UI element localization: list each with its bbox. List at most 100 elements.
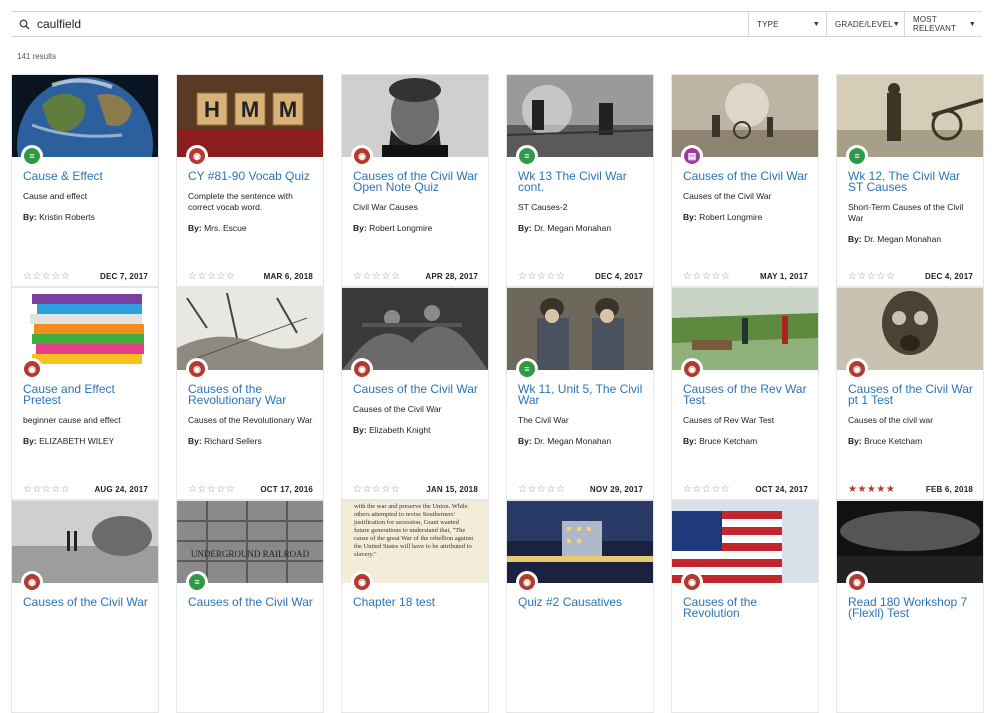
resource-card[interactable]: UNDERGROUND RAILROAD ≡ Causes of the Civil… [176, 500, 324, 713]
author-name: Kristin Roberts [39, 212, 95, 222]
card-title-link[interactable]: Causes of the Revolutionary War [188, 383, 315, 406]
author-prefix: By: [23, 436, 37, 446]
chevron-down-icon: ▼ [892, 20, 900, 28]
resource-card[interactable]: ◉ Causes of the Civil War Causes of the Ci… [341, 287, 489, 500]
lesson-icon: ≡ [516, 358, 538, 380]
star-rating[interactable]: ☆☆☆☆☆ [683, 484, 730, 495]
card-description: Civil War Causes [353, 202, 418, 212]
card-title-link[interactable]: CY #81-90 Vocab Quiz [188, 170, 315, 182]
card-title-link[interactable]: Cause & Effect [23, 170, 150, 182]
card-date: JAN 15, 2018 [426, 485, 478, 494]
resource-card[interactable]: ◉ Causes of the Revolution [671, 500, 819, 713]
star-rating[interactable]: ☆☆☆☆☆ [518, 271, 565, 282]
star-rating[interactable]: ☆☆☆☆☆ [188, 484, 235, 495]
card-title-link[interactable]: Causes of the Rev War Test [683, 383, 810, 406]
search-bar: TYPE ▼ GRADE/LEVEL ▼ MOST RELEVANT ▼ [11, 11, 982, 37]
quiz-icon: ◉ [846, 358, 868, 380]
card-author: By: Dr. Megan Monahan [518, 223, 645, 233]
resource-card[interactable]: ≡ Cause & Effect Cause and effect By: Krist… [11, 74, 159, 287]
lesson-icon: ≡ [846, 145, 868, 167]
tile-letter: M [241, 97, 259, 122]
quiz-icon: ◉ [351, 358, 373, 380]
quiz-icon: ◉ [21, 358, 43, 380]
results-count: 141 results [17, 52, 57, 61]
resource-card[interactable]: ▤ Causes of the Civil War Causes of the Ci… [671, 74, 819, 287]
resource-card[interactable]: ≡ Wk 12, The Civil War ST Causes Short-Ter… [836, 74, 984, 287]
card-description: Causes of Rev War Test [683, 415, 775, 425]
card-description: Complete the sentence with correct vocab… [188, 191, 293, 212]
card-title-link[interactable]: Causes of the Civil War [23, 596, 150, 608]
card-date: DEC 4, 2017 [594, 272, 643, 281]
grade-filter-label: GRADE/LEVEL [835, 19, 893, 29]
card-title-link[interactable]: Causes of the Civil War [188, 596, 315, 608]
star-rating[interactable]: ☆☆☆☆☆ [848, 271, 895, 282]
sort-dropdown[interactable]: MOST RELEVANT ▼ [904, 12, 982, 36]
resource-card[interactable]: ≡ Wk 13 The Civil War cont. ST Causes-2 By:… [506, 74, 654, 287]
card-title-link[interactable]: Quiz #2 Causatives [518, 596, 645, 608]
card-title-link[interactable]: Causes of the Civil War [683, 170, 810, 182]
author-prefix: By: [683, 212, 697, 222]
resource-card[interactable]: ◉ Causes of the Civil War [11, 500, 159, 713]
author-prefix: By: [518, 436, 532, 446]
author-name: Dr. Megan Monahan [534, 223, 612, 233]
author-prefix: By: [353, 425, 367, 435]
card-date: FEB 6, 2018 [925, 485, 973, 494]
resource-card[interactable]: ◉ Causes of the Civil War Open Note Quiz C… [341, 74, 489, 287]
author-prefix: By: [23, 212, 37, 222]
author-prefix: By: [683, 436, 697, 446]
card-description: Causes of the civil war [848, 415, 934, 425]
card-description: beginner cause and effect [23, 415, 121, 425]
star-rating[interactable]: ☆☆☆☆☆ [23, 271, 70, 282]
chevron-down-icon: ▼ [968, 20, 976, 28]
resource-card[interactable]: H M M ◉ CY #81-90 Vocab Quiz Complete the sen… [176, 74, 324, 287]
resource-card[interactable]: ◉ Read 180 Workshop 7 (Flexll) Test [836, 500, 984, 713]
quiz-icon: ◉ [516, 571, 538, 593]
grade-level-filter-dropdown[interactable]: GRADE/LEVEL ▼ [826, 12, 904, 36]
card-author: By: ELIZABETH WILEY [23, 436, 150, 446]
resource-card[interactable]: ◉ Causes of the Civil War pt 1 Test Causes… [836, 287, 984, 500]
star-rating[interactable]: ☆☆☆☆☆ [23, 484, 70, 495]
card-title-link[interactable]: Causes of the Civil War [353, 383, 480, 395]
card-title-link[interactable]: Chapter 18 test [353, 596, 480, 608]
quiz-icon: ◉ [351, 571, 373, 593]
resource-card[interactable]: with the war and preserve the Union. Whi… [341, 500, 489, 713]
card-title-link[interactable]: Wk 13 The Civil War cont. [518, 170, 645, 193]
star-rating[interactable]: ★★★★★ [848, 484, 895, 495]
chevron-down-icon: ▼ [812, 20, 820, 28]
card-description: ST Causes-2 [518, 202, 568, 212]
quiz-icon: ◉ [186, 358, 208, 380]
star-rating[interactable]: ☆☆☆☆☆ [518, 484, 565, 495]
card-description: Causes of the Civil War [353, 404, 442, 414]
card-title-link[interactable]: Wk 12, The Civil War ST Causes [848, 170, 975, 193]
star-rating[interactable]: ☆☆☆☆☆ [683, 271, 730, 282]
search-icon[interactable] [11, 12, 37, 36]
card-author: By: Bruce Ketcham [683, 436, 810, 446]
card-date: APR 28, 2017 [425, 272, 478, 281]
author-name: Dr. Megan Monahan [534, 436, 612, 446]
search-input[interactable] [37, 13, 748, 35]
resource-card[interactable]: ◉ Causes of the Rev War Test Causes of Rev… [671, 287, 819, 500]
resource-card[interactable]: ◉ Quiz #2 Causatives [506, 500, 654, 713]
card-title-link[interactable]: Causes of the Civil War Open Note Quiz [353, 170, 480, 193]
card-description: The Civil War [518, 415, 569, 425]
underground-railroad-label: UNDERGROUND RAILROAD [191, 549, 310, 559]
card-title-link[interactable]: Causes of the Civil War pt 1 Test [848, 383, 975, 406]
card-date: MAR 6, 2018 [263, 272, 313, 281]
star-rating[interactable]: ☆☆☆☆☆ [353, 271, 400, 282]
resource-card[interactable]: ≡ Wk 11, Unit 5, The Civil War The Civil W… [506, 287, 654, 500]
quiz-icon: ◉ [681, 358, 703, 380]
author-prefix: By: [848, 234, 862, 244]
card-title-link[interactable]: Wk 11, Unit 5, The Civil War [518, 383, 645, 406]
card-title-link[interactable]: Cause and Effect Pretest [23, 383, 150, 406]
author-prefix: By: [848, 436, 862, 446]
card-description: Causes of the Civil War [683, 191, 772, 201]
document-icon: ▤ [681, 145, 703, 167]
star-rating[interactable]: ☆☆☆☆☆ [188, 271, 235, 282]
card-date: NOV 29, 2017 [589, 485, 643, 494]
card-description: Causes of the Revolutionary War [188, 415, 313, 425]
resource-card[interactable]: ◉ Cause and Effect Pretest beginner cause … [11, 287, 159, 500]
type-filter-dropdown[interactable]: TYPE ▼ [748, 12, 826, 36]
star-rating[interactable]: ☆☆☆☆☆ [353, 484, 400, 495]
resource-card[interactable]: ◉ Causes of the Revolutionary War Causes o… [176, 287, 324, 500]
author-name: ELIZABETH WILEY [39, 436, 115, 446]
